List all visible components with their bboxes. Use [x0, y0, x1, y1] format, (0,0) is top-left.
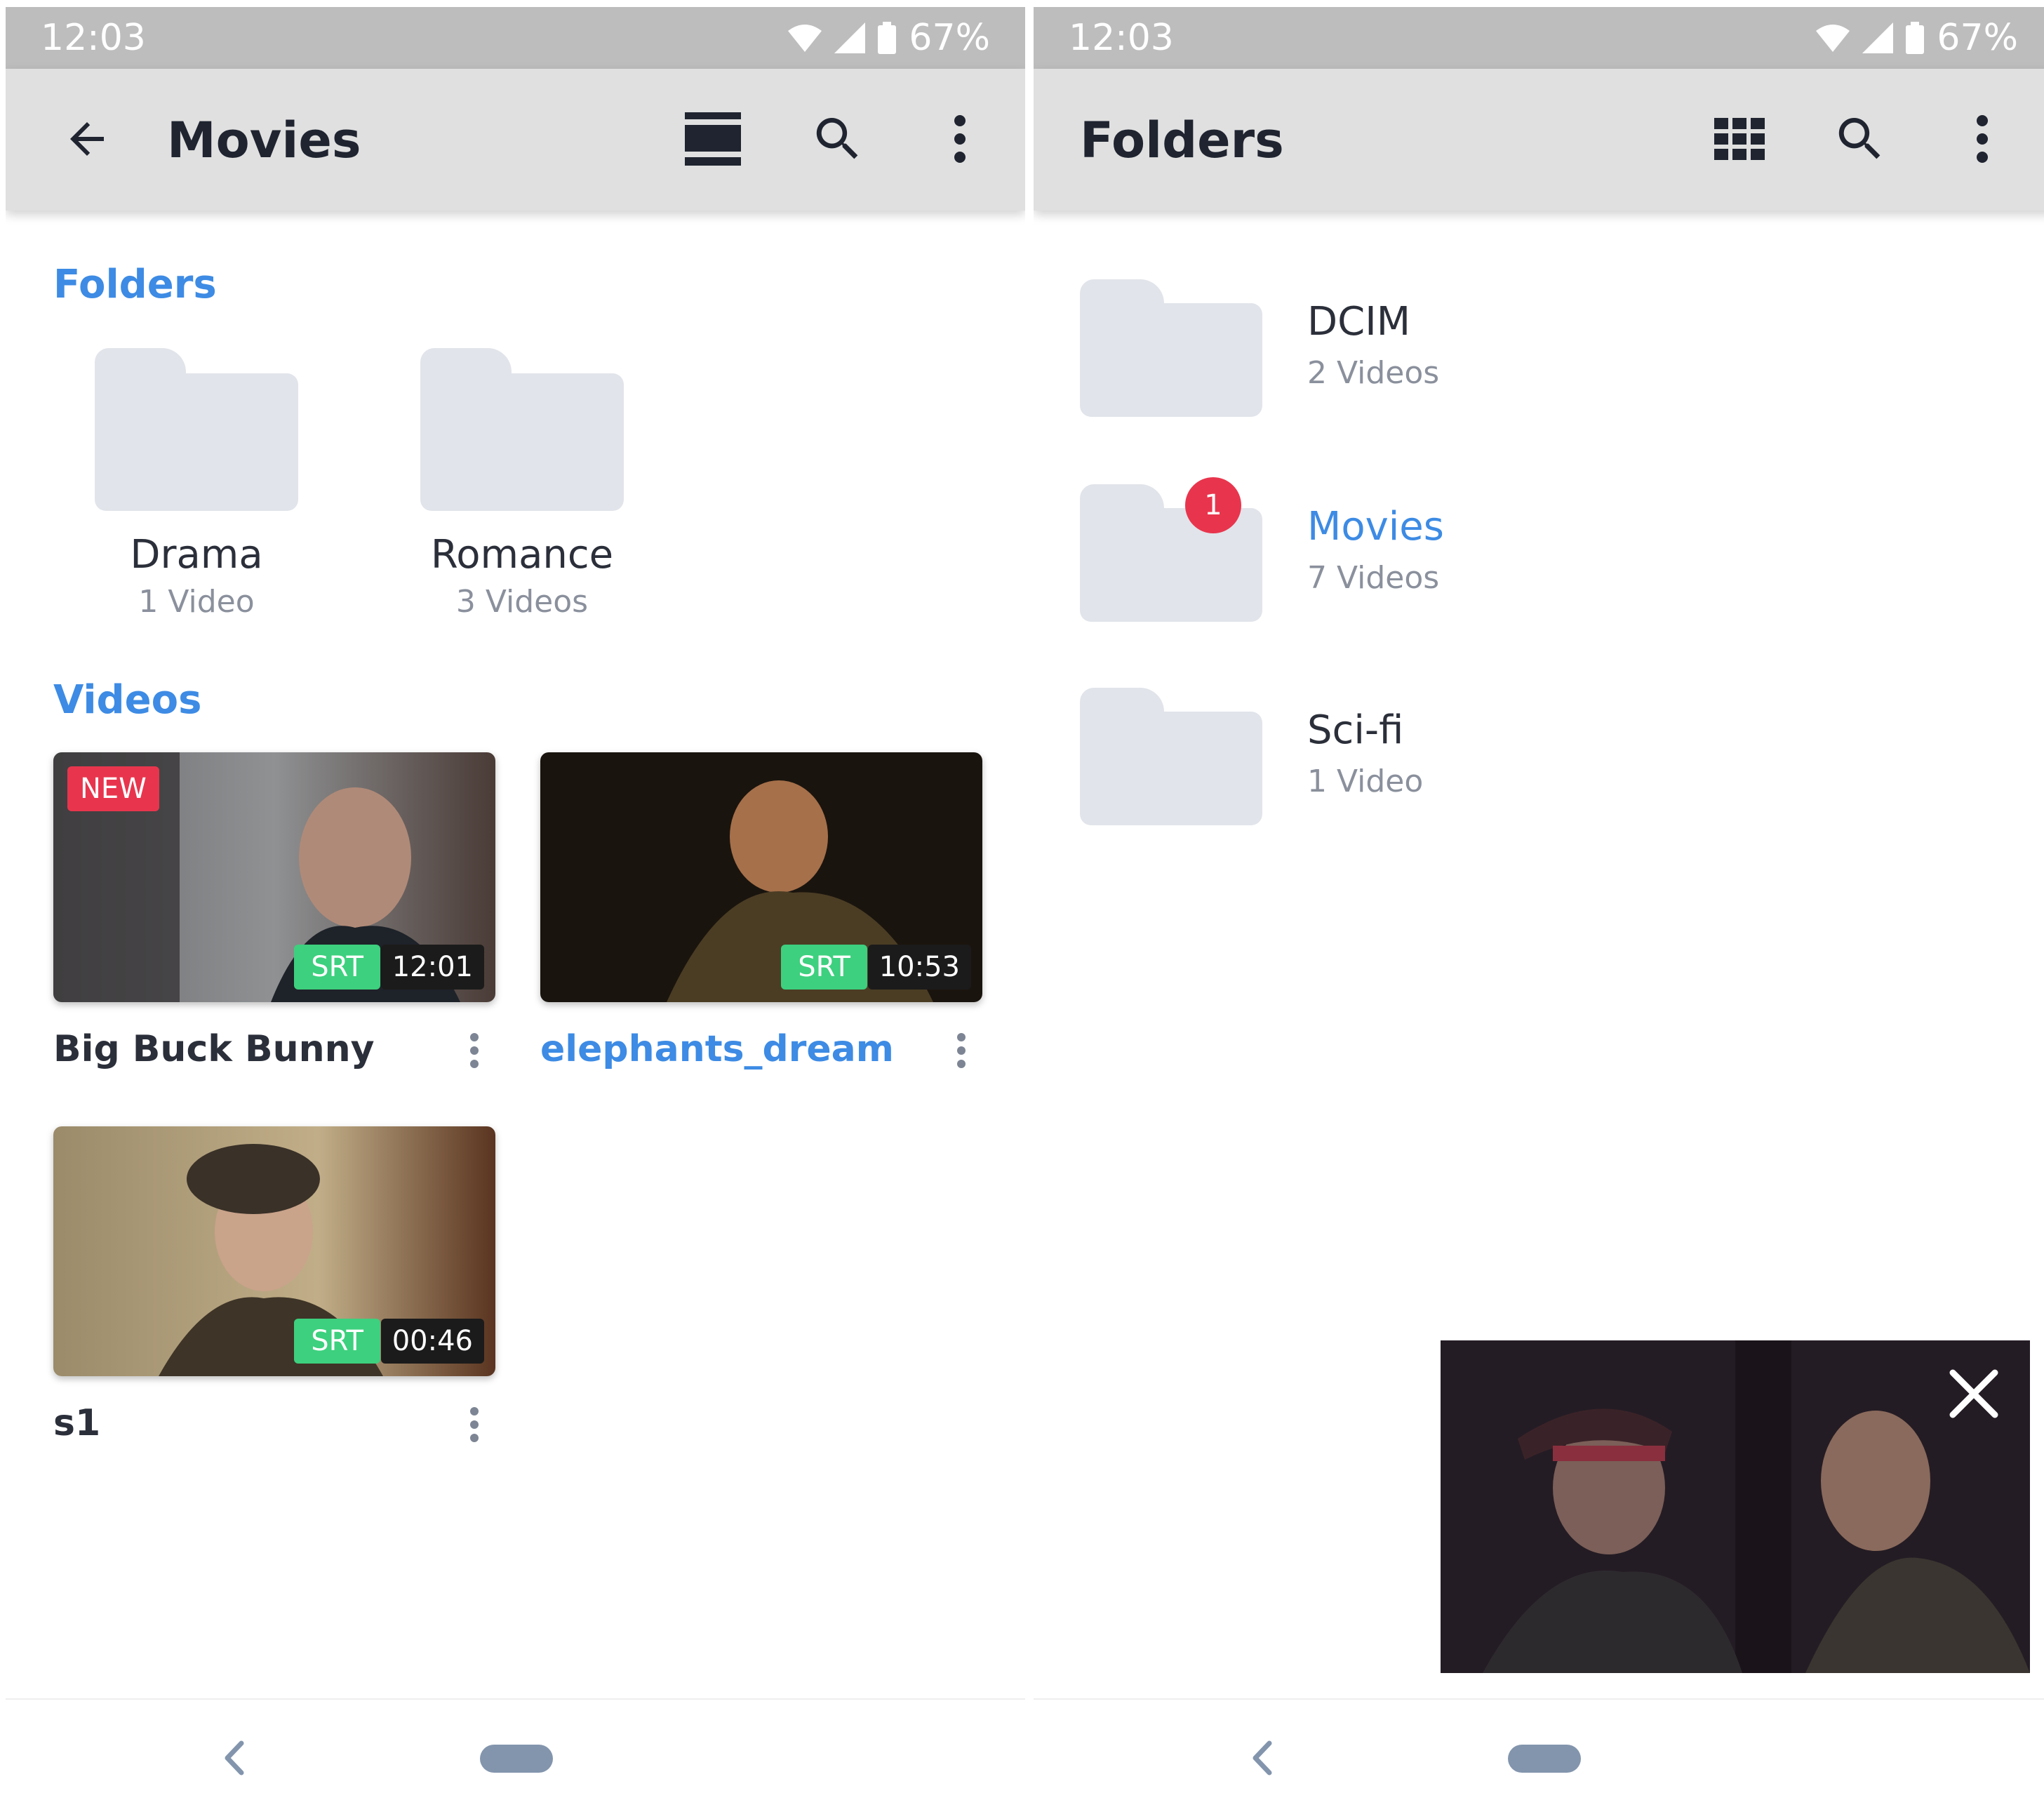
status-bar: 12:03 67%	[1034, 7, 2044, 69]
more-vert-icon	[1977, 115, 1988, 163]
folder-icon	[1080, 279, 1262, 417]
duration-badge: 10:53	[867, 945, 971, 990]
battery-icon	[878, 22, 897, 54]
duration-badge: 12:01	[380, 945, 484, 990]
cellular-signal-icon	[1862, 22, 1894, 53]
folder-count: 1 Video	[1307, 764, 1424, 799]
video-menu-button[interactable]	[460, 1030, 488, 1072]
folder-name: DCIM	[1307, 299, 1411, 345]
video-title: Big Buck Bunny	[53, 1028, 375, 1070]
video-item[interactable]: SRT 00:46 s1	[53, 1126, 495, 1444]
nav-home-button[interactable]	[480, 1745, 553, 1773]
page-title: Folders	[1080, 112, 1284, 169]
picture-in-picture-player[interactable]	[1441, 1340, 2030, 1673]
search-icon	[816, 118, 858, 159]
videos-heading: Videos	[53, 677, 202, 723]
folder-romance[interactable]: Romance 3 Videos	[375, 348, 669, 620]
subtitle-badge: SRT	[294, 945, 380, 990]
nav-back-icon[interactable]	[1248, 1740, 1276, 1776]
navigation-bar	[1034, 1698, 2044, 1812]
duration-badge: 00:46	[380, 1319, 484, 1364]
battery-percent: 67%	[909, 17, 990, 59]
movies-screen: 12:03 67% Movies Folders Drama 1 Video R…	[6, 0, 1025, 1812]
folder-row-dcim[interactable]: DCIM 2 Videos	[1034, 279, 2044, 448]
video-title: elephants_dream	[540, 1028, 894, 1070]
folder-count: 3 Videos	[455, 584, 589, 620]
folder-icon	[1080, 688, 1262, 825]
search-button[interactable]	[1825, 104, 1895, 174]
unwatched-count-badge: 1	[1185, 477, 1241, 533]
more-vert-icon	[470, 1033, 479, 1068]
subtitle-badge: SRT	[781, 945, 867, 990]
more-options-button[interactable]	[925, 104, 995, 174]
view-mode-button[interactable]	[1704, 104, 1775, 174]
more-vert-icon	[957, 1033, 966, 1068]
folder-row-movies[interactable]: 1 Movies 7 Videos	[1034, 477, 2044, 653]
back-button[interactable]	[52, 104, 122, 174]
video-menu-button[interactable]	[947, 1030, 975, 1072]
video-menu-button[interactable]	[460, 1404, 488, 1446]
subtitle-badge: SRT	[294, 1319, 380, 1364]
video-thumbnail[interactable]: SRT 10:53	[540, 752, 982, 1002]
video-item[interactable]: SRT 10:53 elephants_dream	[540, 752, 982, 1070]
video-title: s1	[53, 1402, 101, 1444]
folder-row-sci-fi[interactable]: Sci-fi 1 Video	[1034, 688, 2044, 856]
view-mode-button[interactable]	[678, 104, 748, 174]
video-item[interactable]: NEW SRT 12:01 Big Buck Bunny	[53, 752, 495, 1070]
folder-name: Sci-fi	[1307, 707, 1404, 753]
app-bar: Movies	[6, 69, 1025, 211]
new-badge: NEW	[67, 766, 159, 811]
more-options-button[interactable]	[1947, 104, 2017, 174]
more-vert-icon	[954, 115, 966, 163]
nav-back-icon[interactable]	[220, 1740, 248, 1776]
app-bar: Folders	[1034, 69, 2044, 211]
folder-icon	[420, 348, 624, 511]
folders-screen: 12:03 67% Folders DCIM 2 Videos 1 Movies…	[1034, 0, 2044, 1812]
status-time: 12:03	[1069, 17, 1174, 59]
video-thumbnail[interactable]: SRT 00:46	[53, 1126, 495, 1376]
cellular-signal-icon	[834, 22, 866, 53]
folder-count: 1 Video	[138, 584, 255, 620]
nav-home-button[interactable]	[1508, 1745, 1581, 1773]
close-icon[interactable]	[1946, 1366, 2002, 1422]
search-icon	[1838, 118, 1881, 159]
search-button[interactable]	[803, 104, 873, 174]
status-bar: 12:03 67%	[6, 7, 1025, 69]
wifi-icon	[1816, 25, 1850, 52]
status-icons: 67%	[788, 17, 990, 59]
status-icons: 67%	[1816, 17, 2018, 59]
more-vert-icon	[470, 1407, 479, 1442]
folder-name: Romance	[430, 532, 614, 578]
folder-drama[interactable]: Drama 1 Video	[49, 348, 344, 620]
folder-name: Drama	[130, 532, 263, 578]
list-view-icon	[685, 112, 741, 166]
folder-count: 7 Videos	[1307, 560, 1440, 596]
navigation-bar	[6, 1698, 1025, 1812]
video-thumbnail[interactable]: NEW SRT 12:01	[53, 752, 495, 1002]
folder-name: Movies	[1307, 504, 1444, 549]
battery-icon	[1906, 22, 1925, 54]
battery-percent: 67%	[1937, 17, 2018, 59]
pip-video-frame	[1441, 1340, 2030, 1673]
page-title: Movies	[167, 112, 361, 169]
status-time: 12:03	[41, 17, 146, 59]
arrow-back-icon	[70, 122, 104, 156]
wifi-icon	[788, 25, 822, 52]
folder-icon	[95, 348, 298, 511]
folder-count: 2 Videos	[1307, 355, 1440, 391]
folders-heading: Folders	[53, 262, 217, 307]
grid-view-icon	[1714, 118, 1765, 160]
